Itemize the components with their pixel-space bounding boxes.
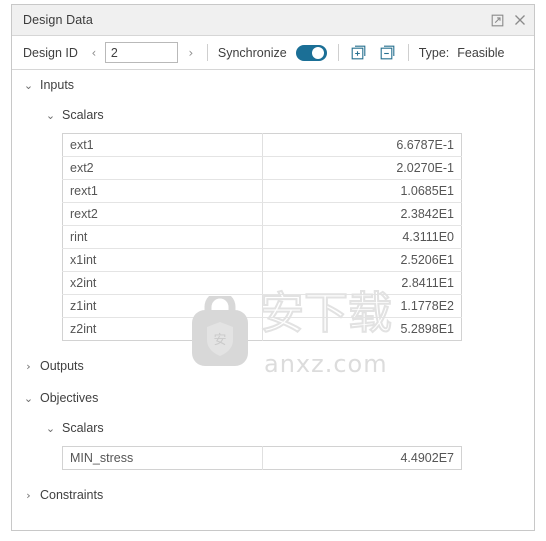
type-value: Feasible <box>457 45 505 60</box>
undock-icon[interactable] <box>490 13 504 27</box>
cell-value: 2.0270E-1 <box>262 156 462 180</box>
chevron-right-icon: › <box>26 359 31 373</box>
type-label: Type: <box>418 45 450 60</box>
cell-value: 2.8411E1 <box>262 271 462 295</box>
cell-value: 6.6787E-1 <box>262 133 462 157</box>
panel-title: Design Data <box>23 13 93 27</box>
table-row[interactable]: rext2 2.3842E1 <box>62 202 462 226</box>
toolbar-divider-2 <box>337 44 339 61</box>
collapse-all-icon[interactable] <box>380 45 395 60</box>
titlebar-actions <box>490 5 527 35</box>
table-row[interactable]: rint 4.3111E0 <box>62 225 462 249</box>
cell-value: 4.4902E7 <box>400 451 454 465</box>
design-toolbar: Design ID ‹ › Synchronize Type: Fea <box>12 36 534 70</box>
cell-value: 1.1778E2 <box>262 294 462 318</box>
tree-node-outputs[interactable]: › Outputs <box>12 354 534 378</box>
chevron-down-icon: ⌄ <box>23 391 34 405</box>
cell-value: 2.5206E1 <box>262 248 462 272</box>
cell-value: 4.3111E0 <box>262 225 462 249</box>
cell-name: rext1 <box>62 179 263 203</box>
table-row[interactable]: rext1 1.0685E1 <box>62 179 462 203</box>
cell-value: 2.3842E1 <box>262 202 462 226</box>
chevron-down-icon: ⌄ <box>23 78 34 92</box>
panel-titlebar: Design Data <box>12 5 534 36</box>
toolbar-divider-1 <box>206 44 208 61</box>
table-row[interactable]: ext1 6.6787E-1 <box>62 133 462 157</box>
expand-all-icon[interactable] <box>351 45 366 60</box>
chevron-down-icon: ⌄ <box>45 421 56 435</box>
close-icon[interactable] <box>513 13 527 27</box>
table-row[interactable]: x1int 2.5206E1 <box>62 248 462 272</box>
cell-name: rext2 <box>62 202 263 226</box>
tree-node-inputs-scalars[interactable]: ⌄ Scalars <box>12 103 534 127</box>
table-row[interactable]: ext2 2.0270E-1 <box>62 156 462 180</box>
design-id-label: Design ID <box>23 45 78 60</box>
design-id-input[interactable] <box>104 42 178 63</box>
tree-node-constraints[interactable]: › Constraints <box>12 483 534 507</box>
table-row[interactable]: x2int 2.8411E1 <box>62 271 462 295</box>
tree-node-objectives-scalars[interactable]: ⌄ Scalars <box>12 416 534 440</box>
tree-label-constraints: Constraints <box>40 488 104 502</box>
cell-name: ext2 <box>62 156 263 180</box>
table-row[interactable]: z1int 1.1778E2 <box>62 294 462 318</box>
tree-node-objectives[interactable]: ⌄ Objectives <box>12 386 534 410</box>
inputs-scalars-table: ext1 6.6787E-1 ext2 2.0270E-1 rext1 1.06… <box>62 133 462 341</box>
design-data-tree: 安 安下载 anxz.com ⌄ Inputs ⌄ Scalars ext1 6… <box>12 70 534 530</box>
design-id-prev-button[interactable]: ‹ <box>87 47 101 59</box>
tree-label-objectives: Objectives <box>40 391 99 405</box>
cell-name: z1int <box>62 294 263 318</box>
tree-label-inputs: Inputs <box>40 78 75 92</box>
tree-label-objectives-scalars: Scalars <box>62 421 104 435</box>
cell-name: z2int <box>62 317 263 341</box>
design-data-panel: Design Data Design ID ‹ › Synchronize <box>11 4 535 531</box>
toggle-knob <box>311 46 324 59</box>
table-row[interactable]: z2int 5.2898E1 <box>62 317 462 341</box>
cell-value: 5.2898E1 <box>400 322 454 336</box>
cell-value: 1.0685E1 <box>262 179 462 203</box>
cell-name: x1int <box>62 248 263 272</box>
tree-label-inputs-scalars: Scalars <box>62 108 104 122</box>
tree-label-outputs: Outputs <box>40 359 84 373</box>
chevron-right-icon: › <box>26 488 31 502</box>
objectives-scalars-table: MIN_stress 4.4902E7 <box>62 446 462 470</box>
synchronize-label: Synchronize <box>217 45 287 60</box>
cell-name: ext1 <box>62 133 263 157</box>
synchronize-toggle[interactable] <box>295 44 327 61</box>
cell-name: MIN_stress <box>62 446 263 470</box>
toolbar-divider-3 <box>407 44 409 61</box>
tree-node-inputs[interactable]: ⌄ Inputs <box>12 73 534 97</box>
design-id-next-button[interactable]: › <box>184 47 198 59</box>
chevron-down-icon: ⌄ <box>45 108 56 122</box>
table-row[interactable]: MIN_stress 4.4902E7 <box>62 446 462 470</box>
cell-name: x2int <box>62 271 263 295</box>
cell-name: rint <box>62 225 263 249</box>
